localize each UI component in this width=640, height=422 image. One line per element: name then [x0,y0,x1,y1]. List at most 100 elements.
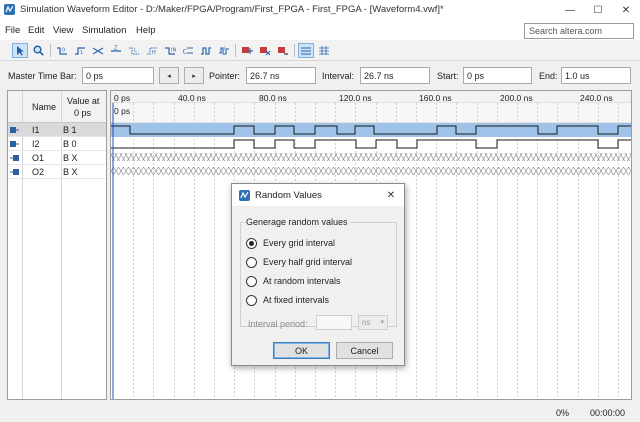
ruler-band [111,103,631,123]
signal-value: B X [63,167,78,177]
toolbar: 0 1 Z L H INV C ? [0,41,640,61]
invert-button[interactable]: INV [162,43,178,58]
radio-label: Every grid interval [263,238,336,248]
overwrite-clock-icon [201,47,211,55]
chevron-left-icon: ◂ [167,72,171,80]
i2-waveform[interactable] [111,139,632,149]
random-values-icon: ? [219,46,229,55]
cursor-time-label: 0 ps [114,106,130,116]
radio-every-half-grid-interval[interactable]: Every half grid interval [246,256,396,270]
node-options-button[interactable] [275,43,291,58]
signal-value: B X [63,153,78,163]
start-field: 0 ps [463,67,532,84]
close-button[interactable]: ✕ [612,0,640,20]
radio-at-random-intervals[interactable]: At random intervals [246,275,396,289]
radio-button[interactable] [246,276,257,287]
svg-text:?: ? [224,46,226,51]
signal-name: I1 [32,125,40,135]
signal-row-i1[interactable]: I1 B 1 [8,123,106,137]
menu-help[interactable]: Help [136,25,156,36]
master-time-bar-field[interactable]: 0 ps [82,67,154,84]
svg-text:0: 0 [62,48,65,54]
toolbar-separator [50,44,51,57]
maximize-button[interactable]: ☐ [584,0,612,20]
chevron-down-icon: ▾ [380,319,384,326]
menu-file[interactable]: File [5,25,20,36]
minimize-button[interactable]: — [556,0,584,20]
snap-to-grid-icon [301,47,311,55]
app-icon [239,190,250,201]
end-field: 1.0 us [561,67,631,84]
toolbar-separator [294,44,295,57]
interval-unit-select: ns ▾ [358,315,388,330]
grid-size-icon [319,46,329,55]
radio-button[interactable] [246,257,257,268]
force-high-icon: 1 [75,47,85,56]
cancel-button[interactable]: Cancel [336,342,393,359]
snap-to-grid-button[interactable] [298,43,314,58]
name-column-header: Name [32,102,57,112]
radio-selected-dot [249,241,254,246]
title-bar: Simulation Waveform Editor - D:/Maker/FP… [0,0,640,20]
o1-waveform [111,153,631,161]
dialog-title: Random Values [255,190,322,201]
radio-label: Every half grid interval [263,257,353,267]
menu-view[interactable]: View [53,25,73,36]
delete-node-icon [260,47,271,56]
count-value-button[interactable]: C [180,43,196,58]
radio-label: At random intervals [263,276,341,286]
o2-waveform [111,167,631,175]
input-pin-icon [10,127,19,133]
start-label: Start: [437,71,459,81]
weak-low-button[interactable]: L [126,43,142,58]
force-low-button[interactable]: 0 [54,43,70,58]
force-unknown-button[interactable] [90,43,106,58]
node-options-icon [278,47,288,55]
value-column-header-time: 0 ps [74,108,92,118]
overwrite-clock-button[interactable] [198,43,214,58]
interval-label: Interval: [322,71,355,81]
grid-size-button[interactable] [316,43,332,58]
ruler-tick-label: 120.0 ns [339,93,372,103]
radio-at-fixed-intervals[interactable]: At fixed intervals [246,294,396,308]
menu-simulation[interactable]: Simulation [82,25,126,36]
ruler-tick-label: 0 ps [114,93,130,103]
next-transition-button[interactable]: ▸ [184,67,204,84]
radio-button[interactable] [246,238,257,249]
app-icon [4,4,15,15]
force-high-z-button[interactable]: Z [108,43,124,58]
pointer-field: 26.7 ns [246,67,316,84]
delete-node-button[interactable] [257,43,273,58]
dialog-title-bar: Random Values ✕ [232,184,404,206]
svg-text:C: C [183,48,188,56]
close-icon: ✕ [386,189,396,201]
svg-text:Z: Z [114,46,118,52]
svg-text:H: H [152,50,156,56]
value-column-header: Value at [67,96,100,106]
zoom-tool-button[interactable] [30,43,46,58]
radio-button[interactable] [246,295,257,306]
toolbar-separator [235,44,236,57]
prev-transition-button[interactable]: ◂ [159,67,179,84]
signal-names-panel: Name Value at 0 ps I1 B 1 I2 B 0 O1 B X … [7,90,107,400]
group-label: Generage random values [244,217,350,227]
insert-node-button[interactable] [239,43,255,58]
force-unknown-icon [92,47,104,55]
output-pin-icon [10,155,19,161]
pointer-tool-icon [17,46,24,56]
random-values-button[interactable]: ? [216,43,232,58]
radio-every-grid-interval[interactable]: Every grid interval [246,237,396,251]
dialog-close-button[interactable]: ✕ [382,187,400,203]
force-low-icon: 0 [57,47,67,55]
signal-row-o2[interactable]: O2 B X [8,165,106,179]
ok-button[interactable]: OK [273,342,330,359]
svg-text:L: L [134,48,137,54]
weak-high-button[interactable]: H [144,43,160,58]
signal-row-i2[interactable]: I2 B 0 [8,137,106,151]
zoom-tool-icon [33,45,44,56]
force-high-button[interactable]: 1 [72,43,88,58]
menu-edit[interactable]: Edit [28,25,44,36]
signal-row-o1[interactable]: O1 B X [8,151,106,165]
pointer-tool-button[interactable] [12,43,28,58]
search-input[interactable]: Search altera.com [524,23,634,39]
